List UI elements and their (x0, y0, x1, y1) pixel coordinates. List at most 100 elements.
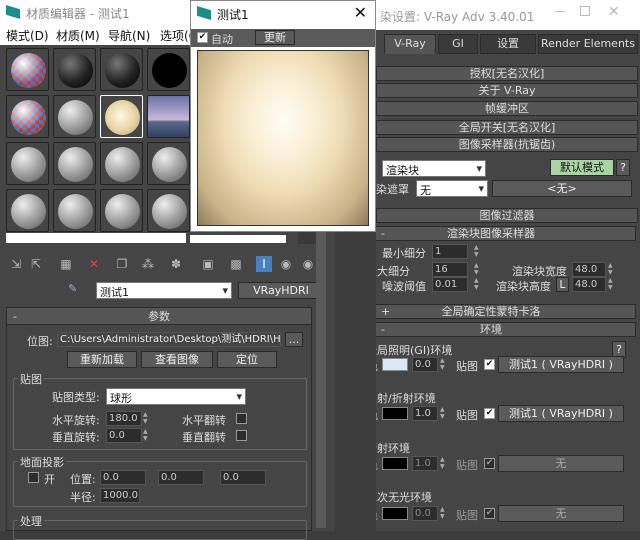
view-image-button[interactable]: 查看图像 (141, 351, 213, 368)
sample-slot[interactable] (53, 142, 96, 185)
secondary-multiplier-spinner[interactable]: ▲ ▼ (440, 506, 447, 521)
rollout-image-filter[interactable]: 图像过滤器 (376, 208, 638, 223)
sample-slot-active[interactable] (100, 95, 143, 138)
sample-slot[interactable] (53, 95, 96, 138)
sample-slot[interactable] (147, 189, 190, 232)
tab-gi[interactable]: GI (438, 34, 478, 54)
refl-map-checkbox[interactable]: ✔ (484, 408, 495, 419)
min-subdivs-spinner[interactable]: ▲ ▼ (474, 244, 481, 259)
v-rotation-spinner[interactable]: ▲ ▼ (143, 428, 150, 443)
show-shaded-icon[interactable]: Ⅰ (256, 256, 272, 272)
unique-icon[interactable]: ⁂ (140, 256, 156, 272)
min-subdivs-input[interactable]: 1 (432, 244, 468, 259)
minimize-icon[interactable]: — (554, 4, 566, 18)
noise-threshold-spinner[interactable]: ▲ ▼ (474, 277, 481, 292)
bucket-height-input[interactable]: 48.0 (572, 277, 606, 292)
library-icon[interactable]: ✽ (168, 256, 184, 272)
material-type-button[interactable]: VRayHDRI (238, 282, 324, 299)
copy-material-icon[interactable]: ❐ (114, 256, 130, 272)
position-z-input[interactable]: 0.0 (220, 470, 266, 485)
v-flip-checkbox[interactable] (236, 430, 247, 441)
ground-on-checkbox[interactable] (28, 472, 39, 483)
rollout-image-sampler[interactable]: 图像采样器(抗锯齿) (376, 137, 638, 152)
panel-scrollbar[interactable] (316, 228, 326, 528)
assign-material-icon[interactable]: ▦ (58, 256, 74, 272)
mask-select[interactable]: 无 (416, 180, 488, 197)
refl-map-button[interactable]: 测试1 ( VRayHDRI ) (498, 405, 624, 422)
put-to-scene-icon[interactable]: ⇱ (28, 256, 44, 272)
sample-slot[interactable] (100, 48, 143, 91)
update-button[interactable]: 更新 (255, 30, 295, 45)
position-x-input[interactable]: 0.0 (100, 470, 146, 485)
rollout-environment[interactable]: - 环境 (376, 322, 636, 337)
reset-icon[interactable]: ✕ (86, 256, 102, 272)
menu-material[interactable]: 材质(M) (56, 27, 100, 44)
sample-slot[interactable] (147, 95, 190, 138)
go-sibling-icon[interactable]: ◉ (300, 256, 316, 272)
gi-map-checkbox[interactable]: ✔ (484, 359, 495, 370)
noise-threshold-input[interactable]: 0.01 (432, 277, 468, 292)
go-to-parent-icon[interactable]: ◉ (278, 256, 294, 272)
rollout-frame-buffer[interactable]: 帧缓冲区 (376, 101, 638, 116)
material-effects-icon[interactable]: ▣ (200, 256, 216, 272)
sample-slot[interactable] (100, 142, 143, 185)
menu-navigation[interactable]: 导航(N) (108, 27, 150, 44)
window-close-icon[interactable]: ✕ (608, 4, 620, 20)
sampler-help-button[interactable]: ? (616, 159, 630, 176)
refr-multiplier-spinner[interactable]: ▲ ▼ (440, 456, 447, 471)
max-subdivs-input[interactable]: 16 (432, 262, 468, 277)
sample-slot[interactable] (147, 48, 190, 91)
h-rotation-input[interactable]: 180.0 (106, 411, 142, 426)
tab-settings[interactable]: 设置 (480, 34, 536, 54)
sample-slot[interactable] (53, 189, 96, 232)
refl-multiplier-input[interactable]: 1.0 (412, 406, 438, 421)
secondary-map-checkbox[interactable]: ✔ (484, 508, 495, 519)
bucket-width-spinner[interactable]: ▲ ▼ (608, 262, 615, 277)
slot-scrollbar-track[interactable] (190, 235, 286, 243)
gi-multiplier-input[interactable]: 0.0 (412, 357, 438, 372)
close-icon[interactable]: ✕ (354, 3, 367, 22)
refl-color-swatch[interactable] (382, 407, 408, 420)
locate-button[interactable]: 定位 (217, 351, 277, 368)
rollout-global-switches[interactable]: 全局开关[无名汉化] (376, 120, 638, 135)
sample-slot[interactable] (100, 189, 143, 232)
mapping-type-select[interactable]: 球形 (106, 388, 246, 405)
sample-slot[interactable] (6, 48, 49, 91)
refr-color-swatch[interactable] (382, 457, 408, 470)
bucket-lock-button[interactable]: L (556, 277, 569, 292)
tab-vray[interactable]: V-Ray (384, 34, 436, 54)
sample-slot[interactable] (147, 142, 190, 185)
sample-slot[interactable] (6, 95, 49, 138)
map-path-field[interactable]: C:\Users\Administrator\Desktop\测试\HDRI\H… (57, 332, 281, 347)
show-map-icon[interactable]: ▩ (228, 256, 244, 272)
refr-map-button[interactable]: 无 (498, 455, 624, 472)
browse-button[interactable]: ... (285, 332, 303, 347)
h-rotation-spinner[interactable]: ▲ ▼ (143, 411, 150, 426)
refr-map-checkbox[interactable]: ✔ (484, 458, 495, 469)
rollout-about[interactable]: 关于 V-Ray (376, 83, 638, 98)
v-rotation-input[interactable]: 0.0 (106, 428, 142, 443)
maximize-icon[interactable] (580, 6, 590, 16)
horizontal-scrollbar[interactable] (6, 233, 186, 243)
gi-color-swatch[interactable] (382, 358, 408, 371)
secondary-color-swatch[interactable] (382, 507, 408, 520)
gi-map-button[interactable]: 测试1 ( VRayHDRI ) (498, 356, 624, 373)
max-subdivs-spinner[interactable]: ▲ ▼ (474, 262, 481, 277)
mask-map-button[interactable]: <无> (492, 180, 632, 197)
secondary-map-button[interactable]: 无 (498, 505, 624, 522)
secondary-multiplier-input[interactable]: 0.0 (412, 506, 438, 521)
position-y-input[interactable]: 0.0 (158, 470, 204, 485)
bucket-width-input[interactable]: 48.0 (572, 262, 606, 277)
auto-checkbox[interactable]: ✔ (197, 32, 208, 43)
tab-render-elements[interactable]: Render Elements (538, 34, 638, 54)
reload-button[interactable]: 重新加载 (67, 351, 137, 368)
menu-mode[interactable]: 模式(D) (6, 27, 49, 44)
sampler-type-select[interactable]: 渲染块 (382, 160, 486, 177)
pick-eyedropper-icon[interactable]: ✎ (68, 282, 77, 295)
rollout-bucket-sampler[interactable]: - 渲染块图像采样器 (376, 226, 636, 241)
default-mode-button[interactable]: 默认模式 (550, 159, 614, 176)
sample-slot[interactable] (6, 189, 49, 232)
sample-slot[interactable] (53, 48, 96, 91)
refr-multiplier-input[interactable]: 1.0 (412, 456, 438, 471)
params-header[interactable]: - 参数 (7, 308, 311, 325)
